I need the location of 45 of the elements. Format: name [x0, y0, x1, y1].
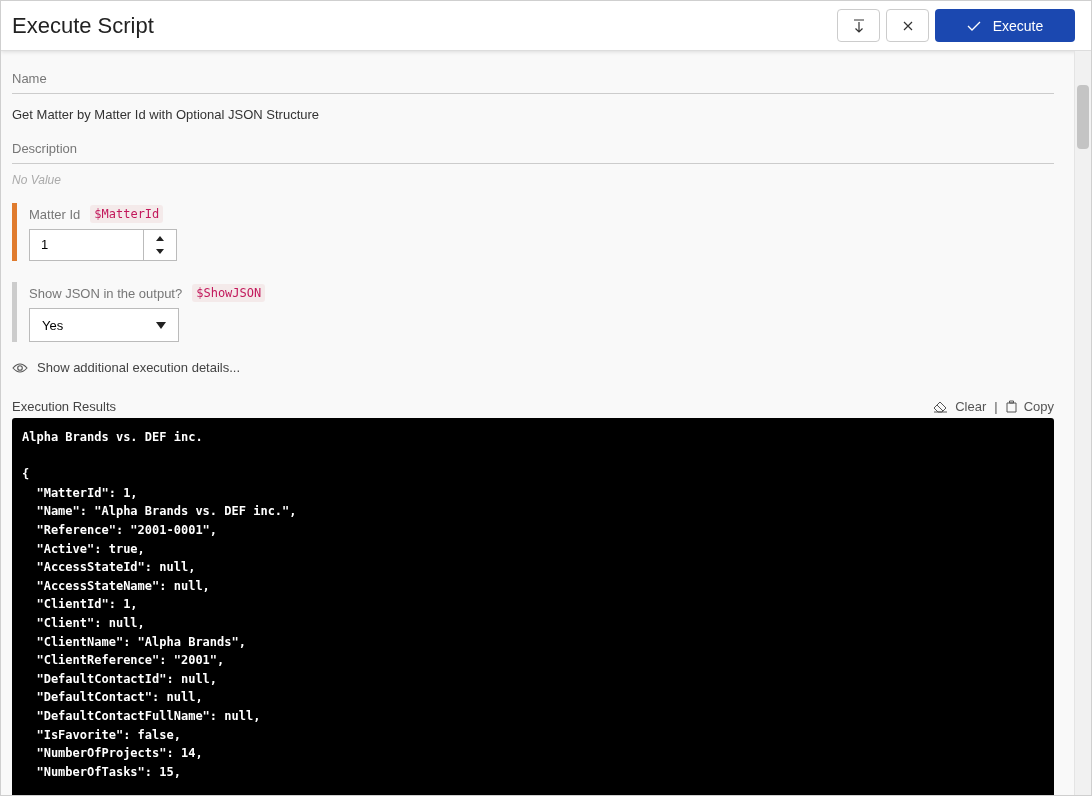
output-line: "ClientId": 1,	[35, 596, 138, 614]
output-line: "AccessStateName": null,	[35, 577, 210, 595]
output-line: "NumberOfProjects": 14,	[35, 745, 203, 763]
variable-tag: $MatterId	[90, 205, 164, 223]
details-link[interactable]: Show additional execution details...	[37, 360, 241, 375]
scrollbar[interactable]	[1074, 51, 1091, 795]
select-dropdown[interactable]: Yes	[29, 308, 179, 342]
output-line: {	[22, 466, 30, 484]
output-heading: Alpha Brands vs. DEF inc.	[22, 429, 203, 446]
parameter-label: Matter Id	[29, 206, 81, 222]
parameter-label: Show JSON in the output?	[29, 285, 183, 301]
output-line: "DefaultContactId": null,	[35, 670, 218, 688]
output-line: "Client": null,	[35, 614, 145, 632]
output-line: "Reference": "2001-0001",	[35, 521, 218, 539]
name-value: Get Matter by Matter Id with Optional JSON Structure	[12, 106, 321, 124]
separator: |	[994, 399, 998, 414]
variable-tag: $ShowJSON	[192, 284, 266, 302]
output-line: "Name": "Alpha Brands vs. DEF inc.",	[35, 503, 297, 521]
close-icon	[902, 20, 913, 31]
output-line: "Active": true,	[35, 540, 145, 558]
section-label: Execution Results	[12, 399, 117, 414]
clear-button[interactable]: Clear	[933, 399, 987, 414]
download-button[interactable]	[837, 9, 880, 42]
clipboard-icon	[1005, 400, 1017, 413]
number-input[interactable]: 1	[29, 229, 177, 261]
close-button[interactable]	[886, 9, 929, 42]
caret-icon	[156, 321, 166, 329]
download-icon	[852, 18, 865, 33]
execute-button[interactable]: Execute	[935, 9, 1075, 42]
output-line: "AccessStateId": null,	[35, 559, 196, 577]
eraser-icon	[933, 400, 949, 413]
output-line: "NumberOfTasks": 15,	[35, 763, 181, 781]
field-label: Description	[12, 135, 1054, 164]
check-icon	[966, 20, 981, 31]
output-line: "IsFavorite": false,	[35, 726, 181, 744]
eye-icon	[12, 361, 28, 374]
output-line: "DefaultContactFullName": null,	[35, 707, 261, 725]
output-line: "ClientReference": "2001",	[35, 652, 225, 670]
window-title: Execute Script	[12, 12, 154, 39]
output-line: "ClientName": "Alpha Brands",	[35, 633, 246, 651]
output-line: "DefaultContact": null,	[35, 689, 203, 707]
field-label: Name	[12, 65, 1054, 94]
description-value: No Value	[12, 172, 62, 189]
copy-button[interactable]: Copy	[1005, 399, 1054, 414]
output-line: "MatterId": 1,	[35, 484, 138, 502]
